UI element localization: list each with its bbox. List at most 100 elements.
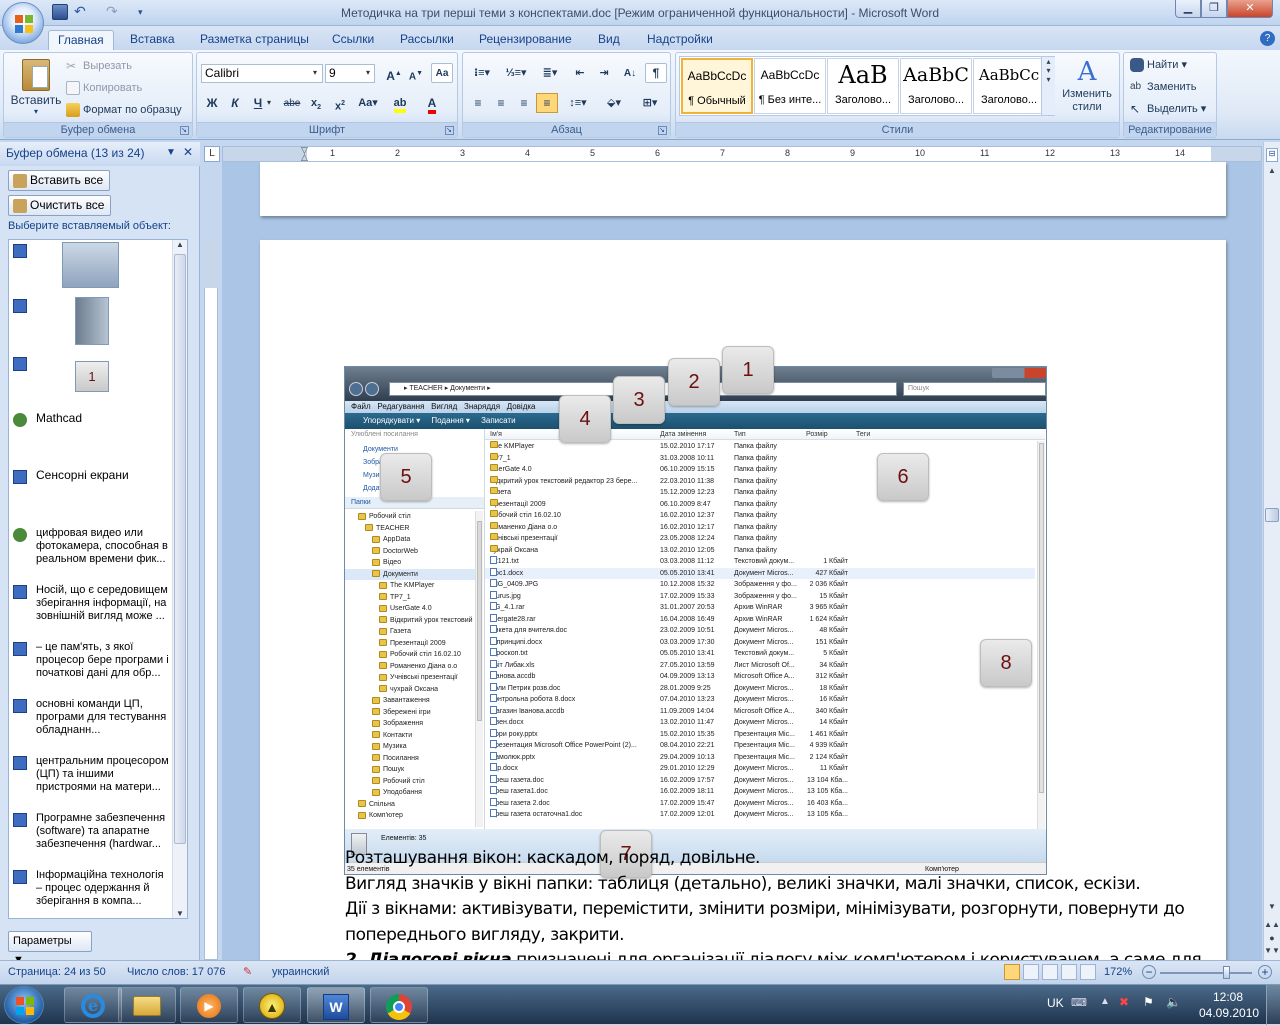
tab-references[interactable]: Ссылки <box>323 30 383 50</box>
tab-review[interactable]: Рецензирование <box>470 30 581 50</box>
next-page-icon[interactable]: ▼▼ <box>1264 946 1280 958</box>
clipboard-item[interactable]: цифровая видео или фотокамера, способная… <box>9 526 172 570</box>
document-scrollbar[interactable]: ⊟ ▲ ▼ ▲▲ ● ▼▼ <box>1263 142 1280 960</box>
dialog-launcher-icon[interactable]: ↘ <box>445 126 454 135</box>
clipboard-item[interactable]: Носій, що є середовищем зберігання інфор… <box>9 583 172 627</box>
scroll-down-icon[interactable]: ▼ <box>1264 902 1280 916</box>
zoom-level[interactable]: 172% <box>1104 961 1132 983</box>
clock-time[interactable]: 12:08 <box>1213 990 1243 1004</box>
clipboard-item[interactable]: Програмне забезпечення (software) та апа… <box>9 811 172 855</box>
page-counter[interactable]: Страница: 24 из 50 <box>8 961 106 983</box>
underline-button[interactable]: Ч <box>247 93 269 113</box>
justify-button[interactable]: ≡ <box>536 93 558 113</box>
superscript-button[interactable]: x2 <box>329 93 351 113</box>
style-heading-2[interactable]: AaBbC Заголово... <box>900 58 972 114</box>
show-marks-button[interactable]: ¶ <box>645 63 667 83</box>
line-spacing-button[interactable]: ↕≡▾ <box>563 93 593 113</box>
dialog-launcher-icon[interactable]: ↘ <box>180 126 189 135</box>
clipboard-item[interactable] <box>9 297 172 349</box>
font-size-dropdown-icon[interactable]: ▾ <box>366 68 370 77</box>
options-button[interactable]: Параметры ▼ <box>8 931 92 966</box>
increase-indent-button[interactable]: ⇥ <box>593 63 615 83</box>
style-no-spacing[interactable]: AaBbCcDc ¶ Без инте... <box>754 58 826 114</box>
style-heading-3[interactable]: AaBbCc Заголово... <box>973 58 1045 114</box>
ruler-toggle-icon[interactable]: ⊟ <box>1266 148 1278 162</box>
taskbar-explorer[interactable] <box>118 987 176 1023</box>
browse-object-icon[interactable]: ● <box>1264 933 1280 945</box>
clipboard-item[interactable]: – це пам'ять, з якої процесор бере прогр… <box>9 640 172 684</box>
help-icon[interactable]: ? <box>1260 31 1275 46</box>
paste-all-button[interactable]: Вставить все <box>8 170 111 191</box>
page-current[interactable]: ▸ TEACHER ▸ Документи ▸ Пошук Файл Редаг… <box>260 240 1226 960</box>
copy-button[interactable]: Копировать <box>66 79 142 97</box>
taskbar-chrome[interactable] <box>370 987 428 1023</box>
align-left-button[interactable]: ≡ <box>467 93 489 113</box>
network-warning-icon[interactable]: ✖ <box>1119 995 1129 1009</box>
prev-page-icon[interactable]: ▲▲ <box>1264 920 1280 932</box>
scroll-thumb[interactable] <box>1265 508 1279 522</box>
paste-button[interactable]: Вставить ▾ <box>7 57 65 119</box>
align-center-button[interactable]: ≡ <box>490 93 512 113</box>
scroll-up-icon[interactable]: ▲ <box>1264 166 1280 180</box>
subscript-button[interactable]: x2 <box>305 93 327 113</box>
clipboard-item[interactable]: Інформаційна технологія – процес одержан… <box>9 868 172 912</box>
volume-icon[interactable]: 🔈 <box>1166 995 1181 1009</box>
tab-page-layout[interactable]: Разметка страницы <box>191 30 318 50</box>
font-name-dropdown-icon[interactable]: ▾ <box>313 68 317 77</box>
scroll-thumb[interactable] <box>174 254 186 844</box>
full-screen-view-icon[interactable] <box>1023 964 1039 980</box>
tab-addins[interactable]: Надстройки <box>638 30 722 50</box>
tab-home[interactable]: Главная <box>48 30 114 50</box>
keyboard-language[interactable]: UK <box>1047 996 1064 1010</box>
clipboard-item[interactable]: 1 <box>9 355 172 397</box>
taskbar-internet-explorer[interactable]: e <box>64 987 122 1023</box>
shrink-font-button[interactable]: A▼ <box>405 63 427 83</box>
clear-formatting-button[interactable]: Aa <box>431 63 453 83</box>
close-pane-icon[interactable]: ✕ <box>183 145 193 159</box>
italic-button[interactable]: К <box>224 93 246 113</box>
tab-view[interactable]: Вид <box>589 30 629 50</box>
draft-view-icon[interactable] <box>1080 964 1096 980</box>
indent-marker[interactable]: ▽ △ <box>301 146 311 162</box>
grow-font-button[interactable]: A▲ <box>383 63 405 83</box>
clipboard-item[interactable]: Сенсорні екрани <box>9 468 172 508</box>
select-button[interactable]: ↖ Выделить ▾ <box>1130 100 1206 118</box>
taskbar-media-player[interactable]: ▶ <box>180 987 238 1023</box>
taskbar-word[interactable]: W <box>307 987 365 1023</box>
clear-all-button[interactable]: Очистить все <box>8 195 112 216</box>
font-color-button[interactable]: A <box>421 93 443 114</box>
tab-selector[interactable]: L <box>204 146 220 162</box>
outline-view-icon[interactable] <box>1061 964 1077 980</box>
close-button[interactable]: ✕ <box>1227 0 1273 18</box>
strikethrough-button[interactable]: abe <box>281 93 303 113</box>
office-button[interactable] <box>2 2 44 44</box>
clipboard-item[interactable]: центральним процесором (ЦП) та іншими пр… <box>9 754 172 798</box>
zoom-slider[interactable] <box>1160 972 1252 974</box>
cut-button[interactable]: ✂ Вырезать <box>66 57 132 75</box>
bullets-button[interactable]: ⁝≡▾ <box>467 63 497 83</box>
restore-button[interactable]: ❐ <box>1201 0 1227 18</box>
align-right-button[interactable]: ≡ <box>513 93 535 113</box>
highlight-button[interactable]: ab <box>389 93 411 113</box>
zoom-in-icon[interactable]: + <box>1258 965 1272 979</box>
tab-insert[interactable]: Вставка <box>121 30 184 50</box>
zoom-slider-thumb[interactable] <box>1223 966 1231 979</box>
minimize-button[interactable]: ▁ <box>1175 0 1201 18</box>
start-button[interactable] <box>4 986 44 1024</box>
flag-icon[interactable]: ⚑ <box>1143 995 1154 1009</box>
dialog-launcher-icon[interactable]: ↘ <box>658 126 667 135</box>
decrease-indent-button[interactable]: ⇤ <box>569 63 591 83</box>
zoom-out-icon[interactable]: − <box>1142 965 1156 979</box>
font-name-select[interactable]: Calibri <box>201 64 323 83</box>
clock-date[interactable]: 04.09.2010 <box>1199 1006 1259 1020</box>
clipboard-item[interactable]: основні команди ЦП, програми для тестува… <box>9 697 172 741</box>
borders-button[interactable]: ⊞▾ <box>635 93 665 113</box>
sort-button[interactable]: A↓ <box>619 63 641 83</box>
shading-button[interactable]: ⬙▾ <box>599 93 629 113</box>
format-painter-button[interactable]: Формат по образцу <box>66 101 182 119</box>
style-normal[interactable]: AaBbCcDc ¶ Обычный <box>681 58 753 114</box>
keyboard-icon[interactable]: ⌨ <box>1071 996 1087 1009</box>
web-layout-view-icon[interactable] <box>1042 964 1058 980</box>
show-desktop-button[interactable] <box>1266 985 1280 1025</box>
change-styles-button[interactable]: A Изменить стили <box>1058 56 1116 118</box>
